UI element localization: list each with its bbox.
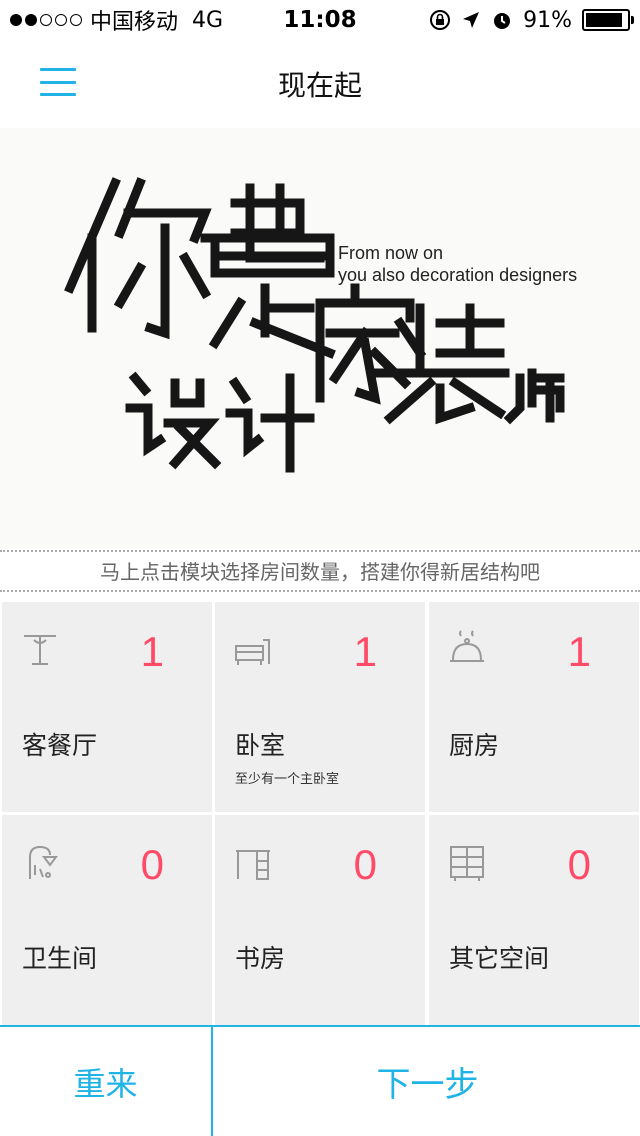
- room-count: 1: [353, 628, 377, 675]
- room-label: 卧室: [235, 731, 286, 760]
- divider-bottom: [0, 590, 640, 592]
- battery-icon: [582, 9, 634, 31]
- divider-top: [0, 550, 640, 552]
- battery-fill: [586, 13, 623, 27]
- cabinet-icon: [450, 846, 484, 881]
- room-card-bedroom[interactable]: 1 卧室 至少有一个主卧室: [215, 602, 425, 812]
- room-card-other[interactable]: 0 其它空间: [429, 815, 639, 1025]
- dining-table-icon: [24, 635, 56, 665]
- room-card-bathroom[interactable]: 0 卫生间: [2, 815, 212, 1025]
- room-label: 厨房: [449, 731, 500, 760]
- room-count: 0: [353, 841, 377, 888]
- footer-bar: 重来 下一步: [0, 1025, 640, 1136]
- status-bar: 中国移动 4G 11:08 91%: [0, 0, 640, 40]
- shower-icon: [29, 845, 58, 879]
- room-count: 1: [567, 628, 591, 675]
- room-count: 1: [140, 628, 164, 675]
- page-title: 现在起: [277, 69, 362, 102]
- room-count: 0: [140, 841, 164, 888]
- room-label: 客餐厅: [22, 731, 98, 760]
- room-label: 卫生间: [22, 944, 98, 973]
- reset-button[interactable]: 重来: [0, 1027, 213, 1136]
- hero-calligraphy-logo: [64, 177, 565, 473]
- menu-icon[interactable]: [40, 68, 76, 96]
- room-card-kitchen[interactable]: 1 厨房: [429, 602, 639, 812]
- room-label: 书房: [235, 944, 286, 973]
- room-count: 0: [567, 841, 591, 888]
- bed-icon: [235, 639, 270, 665]
- instruction-text: 马上点击模块选择房间数量，搭建你得新居结构吧: [100, 560, 540, 584]
- room-card-study[interactable]: 0 书房: [215, 815, 425, 1025]
- room-note: 至少有一个主卧室: [235, 772, 340, 787]
- hero-subtitle-line1: From now on: [338, 243, 444, 263]
- hero-subtitle-line2: you also decoration designers: [338, 265, 578, 285]
- cloche-icon: [450, 630, 484, 662]
- status-time: 11:08: [283, 7, 357, 33]
- room-grid: 1 客餐厅 1 卧室 至少有一个主卧室 1 厨房 0 卫生间 0 书房 0 其它…: [0, 600, 640, 1025]
- nav-bar: 现在起: [0, 40, 640, 128]
- desk-icon: [236, 850, 270, 880]
- room-label: 其它空间: [449, 944, 550, 973]
- hero-banner: From now on you also decoration designer…: [0, 128, 640, 548]
- next-step-button[interactable]: 下一步: [215, 1027, 640, 1136]
- room-card-dining[interactable]: 1 客餐厅: [2, 602, 212, 812]
